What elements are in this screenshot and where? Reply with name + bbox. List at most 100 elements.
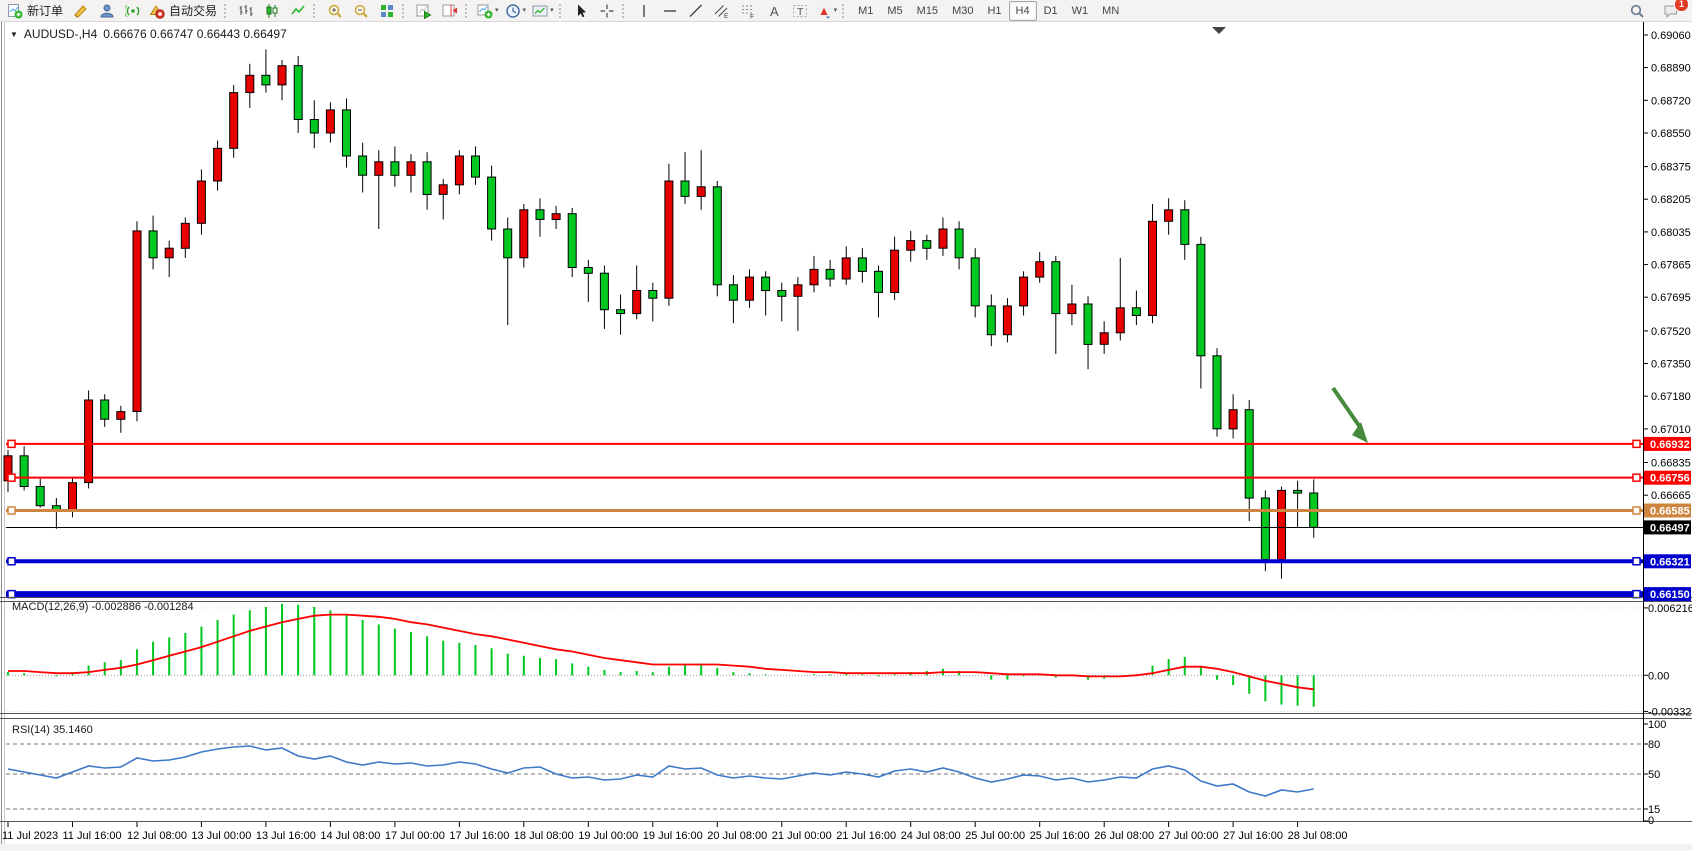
zoom-out-button[interactable] — [348, 0, 374, 22]
tile-windows-icon — [379, 3, 395, 19]
template-button[interactable]: ▾ — [529, 0, 557, 22]
svg-text:0.66756: 0.66756 — [1650, 473, 1690, 485]
new-chart-button[interactable]: ▾ — [474, 0, 502, 22]
line-handle-right[interactable] — [1633, 558, 1640, 565]
notification-badge: 1 — [1674, 0, 1689, 12]
market-button[interactable] — [94, 0, 120, 22]
crosshair-button[interactable] — [594, 0, 620, 22]
line-chart-button[interactable] — [285, 0, 311, 22]
line-handle-left[interactable] — [8, 558, 15, 565]
toolbar-grip — [313, 4, 318, 18]
toolbar-grip — [622, 4, 627, 18]
toolbar-grip — [559, 4, 564, 18]
channel-icon: E — [714, 3, 730, 19]
horizontal-line-0.66150[interactable] — [6, 591, 1643, 598]
svg-text:12 Jul 08:00: 12 Jul 08:00 — [127, 830, 187, 842]
candlestick-icon — [264, 3, 280, 19]
chart-collapse-icon[interactable]: ▼ — [10, 30, 18, 39]
timeframe-w1-button[interactable]: W1 — [1065, 1, 1096, 21]
text-button[interactable]: A — [761, 0, 787, 22]
svg-text:19 Jul 00:00: 19 Jul 00:00 — [578, 830, 638, 842]
search-icon — [1629, 3, 1645, 19]
svg-text:80: 80 — [1648, 739, 1660, 751]
timeframe-m15-button[interactable]: M15 — [910, 1, 945, 21]
svg-text:0.67010: 0.67010 — [1651, 424, 1691, 436]
fibonacci-button[interactable]: F — [735, 0, 761, 22]
timeframe-d1-button[interactable]: D1 — [1037, 1, 1065, 21]
svg-text:0.66321: 0.66321 — [1650, 556, 1690, 568]
line-chart-icon — [290, 3, 306, 19]
svg-text:100: 100 — [1648, 719, 1666, 731]
vertical-line-button[interactable] — [631, 0, 657, 22]
svg-text:T: T — [797, 6, 804, 18]
chart-window: 0.690600.688900.687200.685500.683750.682… — [0, 22, 1692, 851]
svg-text:17 Jul 16:00: 17 Jul 16:00 — [449, 830, 509, 842]
timeframe-m30-button[interactable]: M30 — [945, 1, 980, 21]
arrows-button[interactable]: ▾ — [813, 0, 841, 22]
timeframe-h4-button[interactable]: H4 — [1009, 1, 1037, 21]
price-label-0.66756: 0.66756 — [1644, 471, 1691, 485]
svg-text:50: 50 — [1648, 769, 1660, 781]
label-button[interactable]: T — [787, 0, 813, 22]
new-order-button[interactable]: 新订单 — [4, 0, 68, 22]
price-label-0.66497: 0.66497 — [1644, 520, 1691, 534]
line-handle-right[interactable] — [1633, 507, 1640, 514]
cursor-icon — [573, 3, 589, 19]
svg-text:0.67865: 0.67865 — [1651, 260, 1691, 272]
candlestick-button[interactable] — [259, 0, 285, 22]
arrows-icon — [816, 3, 832, 19]
horizontal-line-button[interactable] — [657, 0, 683, 22]
chart-title: ▼ AUDUSD-,H4 0.66676 0.66747 0.66443 0.6… — [10, 27, 287, 41]
svg-text:21 Jul 00:00: 21 Jul 00:00 — [772, 830, 832, 842]
auto-scroll-button[interactable] — [411, 0, 437, 22]
svg-text:0.68550: 0.68550 — [1651, 128, 1691, 140]
svg-text:13 Jul 16:00: 13 Jul 16:00 — [256, 830, 316, 842]
line-handle-left[interactable] — [8, 440, 15, 447]
chart-symbol-period: AUDUSD-,H4 — [24, 27, 97, 41]
svg-text:0.67180: 0.67180 — [1651, 391, 1691, 403]
autotrading-icon — [149, 3, 165, 19]
timeframe-mn-button[interactable]: MN — [1095, 1, 1126, 21]
autotrading-button[interactable]: 自动交易 — [146, 0, 222, 22]
bar-chart-button[interactable] — [233, 0, 259, 22]
svg-text:0.66835: 0.66835 — [1651, 458, 1691, 470]
svg-text:27 Jul 00:00: 27 Jul 00:00 — [1159, 830, 1219, 842]
channel-button[interactable]: E — [709, 0, 735, 22]
svg-text:0.66665: 0.66665 — [1651, 490, 1691, 502]
line-handle-right[interactable] — [1633, 591, 1640, 598]
metaeditor-button[interactable] — [68, 0, 94, 22]
price-label-0.66585: 0.66585 — [1644, 504, 1691, 518]
timeframe-m5-button[interactable]: M5 — [880, 1, 909, 21]
line-handle-left[interactable] — [8, 507, 15, 514]
timeframe-h1-button[interactable]: H1 — [980, 1, 1008, 21]
period-icon — [505, 3, 521, 19]
svg-text:A: A — [770, 4, 779, 19]
zoom-in-button[interactable] — [322, 0, 348, 22]
cursor-button[interactable] — [568, 0, 594, 22]
svg-text:27 Jul 16:00: 27 Jul 16:00 — [1223, 830, 1283, 842]
chart-shift-button[interactable] — [437, 0, 463, 22]
svg-text:24 Jul 08:00: 24 Jul 08:00 — [901, 830, 961, 842]
toolbar-grip — [842, 4, 847, 18]
fibonacci-icon: F — [740, 3, 756, 19]
search-button[interactable] — [1624, 0, 1650, 22]
svg-text:0.66497: 0.66497 — [1650, 522, 1690, 534]
line-handle-left[interactable] — [8, 474, 15, 481]
svg-text:13 Jul 00:00: 13 Jul 00:00 — [191, 830, 251, 842]
notifications-button[interactable]: 1 — [1658, 0, 1684, 22]
chart-canvas[interactable]: 0.690600.688900.687200.685500.683750.682… — [0, 22, 1692, 851]
svg-text:28 Jul 08:00: 28 Jul 08:00 — [1288, 830, 1348, 842]
price-label-0.66932: 0.66932 — [1644, 437, 1691, 451]
line-handle-right[interactable] — [1633, 474, 1640, 481]
period-button[interactable]: ▾ — [502, 0, 530, 22]
chart-ohlc-values: 0.66676 0.66747 0.66443 0.66497 — [103, 27, 287, 41]
line-handle-right[interactable] — [1633, 440, 1640, 447]
line-handle-left[interactable] — [8, 591, 15, 598]
tile-windows-button[interactable] — [374, 0, 400, 22]
svg-text:17 Jul 00:00: 17 Jul 00:00 — [385, 830, 445, 842]
macd-indicator-label: MACD(12,26,9) -0.002886 -0.001284 — [12, 601, 194, 613]
timeframe-m1-button[interactable]: M1 — [851, 1, 880, 21]
trendline-button[interactable] — [683, 0, 709, 22]
chart-shift-icon — [442, 3, 458, 19]
signals-button[interactable] — [120, 0, 146, 22]
